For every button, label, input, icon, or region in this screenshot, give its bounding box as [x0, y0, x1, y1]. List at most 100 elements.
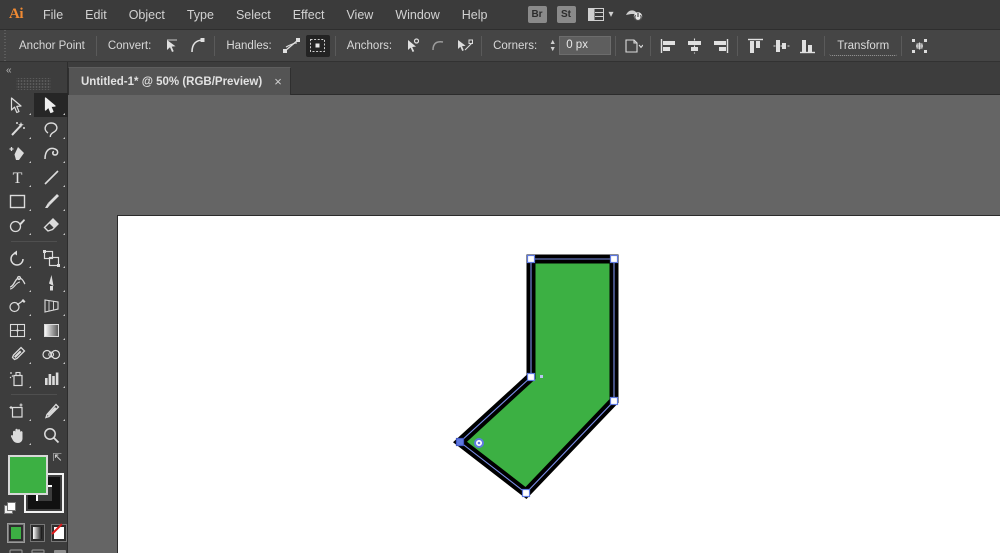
rectangle-tool[interactable] — [0, 189, 34, 213]
stepper-arrows[interactable]: ▲ ▼ — [546, 36, 559, 55]
menu-effect[interactable]: Effect — [282, 0, 336, 30]
anchor-point[interactable] — [526, 372, 536, 382]
menu-help[interactable]: Help — [451, 0, 499, 30]
control-bar: Anchor Point Convert: Handles: Anchors: … — [0, 29, 1000, 62]
hide-anchors-icon[interactable] — [426, 35, 450, 57]
corner-radius-input[interactable]: 0 px — [559, 36, 612, 55]
zoom-tool[interactable] — [34, 423, 68, 447]
default-fill-square — [7, 502, 16, 511]
curvature-tool[interactable] — [34, 141, 68, 165]
convert-to-corner-icon[interactable] — [159, 35, 183, 57]
eyedropper-tool[interactable] — [0, 342, 34, 366]
align-left-icon[interactable] — [656, 35, 680, 57]
artwork-layer — [453, 254, 619, 500]
full-screen-menubar-mode-button[interactable] — [30, 548, 45, 553]
fill-swatch[interactable] — [8, 455, 48, 495]
hand-tool[interactable] — [0, 423, 34, 447]
scale-tool[interactable] — [34, 246, 68, 270]
document-tab[interactable]: Untitled-1* @ 50% (RGB/Preview) × — [68, 67, 291, 95]
eraser-tool[interactable] — [34, 213, 68, 237]
gradient-mode-button[interactable] — [29, 524, 46, 542]
convert-to-smooth-icon[interactable] — [185, 35, 209, 57]
align-top-icon[interactable] — [743, 35, 767, 57]
control-bar-grip[interactable] — [0, 29, 9, 62]
canvas-area[interactable] — [68, 95, 1000, 553]
anchor-point[interactable] — [521, 488, 531, 498]
stepper-down-icon[interactable]: ▼ — [549, 46, 556, 53]
close-icon[interactable]: × — [274, 75, 282, 88]
cloud-sync-icon[interactable] — [624, 5, 646, 25]
show-anchors-icon[interactable] — [400, 35, 424, 57]
pen-tool[interactable] — [0, 141, 34, 165]
anchor-point[interactable] — [609, 396, 619, 406]
normal-screen-mode-button[interactable] — [8, 548, 23, 553]
paint-mode-buttons — [0, 519, 68, 543]
chevron-down-icon[interactable]: ▾ — [609, 9, 614, 20]
tools-panel-grip[interactable] — [16, 78, 51, 90]
menu-type[interactable]: Type — [176, 0, 225, 30]
none-mode-button[interactable] — [51, 524, 68, 542]
gradient-tool[interactable] — [34, 318, 68, 342]
align-vertical-center-icon[interactable] — [769, 35, 793, 57]
corner-radius-stepper[interactable]: ▲ ▼ 0 px — [546, 36, 612, 55]
collapse-panel-icon[interactable]: « — [0, 62, 67, 78]
tool-flyout-indicator — [63, 386, 65, 388]
tool-flyout-indicator — [63, 314, 65, 316]
shaper-tool[interactable] — [0, 213, 34, 237]
anchor-point-selected[interactable] — [455, 437, 465, 447]
bridge-button[interactable]: Br — [527, 6, 547, 23]
color-mode-button[interactable] — [7, 523, 25, 543]
mesh-tool[interactable] — [0, 318, 34, 342]
tool-flyout-indicator — [63, 419, 65, 421]
hide-handles-icon[interactable] — [305, 34, 330, 57]
artboard-tool[interactable] — [0, 399, 34, 423]
line-segment-tool[interactable] — [34, 165, 68, 189]
free-transform-tool[interactable] — [34, 270, 68, 294]
direct-selection-tool[interactable] — [34, 93, 68, 117]
menu-bar: Ai File Edit Object Type Select Effect V… — [0, 0, 1000, 30]
anchor-point[interactable] — [526, 254, 536, 264]
divider — [824, 35, 826, 56]
show-handles-icon[interactable] — [280, 35, 304, 57]
width-tool[interactable] — [0, 270, 34, 294]
align-horizontal-center-icon[interactable] — [682, 35, 706, 57]
menu-file[interactable]: File — [32, 0, 74, 30]
rotate-tool[interactable] — [0, 246, 34, 270]
paintbrush-tool[interactable] — [34, 189, 68, 213]
align-right-icon[interactable] — [708, 35, 732, 57]
edit-anchors-icon[interactable] — [907, 35, 931, 57]
tool-flyout-indicator — [63, 185, 65, 187]
transform-button[interactable]: Transform — [829, 36, 898, 56]
column-graph-tool[interactable] — [34, 366, 68, 390]
divider — [334, 35, 336, 56]
illustrator-window: Ai File Edit Object Type Select Effect V… — [0, 0, 1000, 553]
anchor-point[interactable] — [609, 254, 619, 264]
menu-edit[interactable]: Edit — [74, 0, 118, 30]
symbol-sprayer-tool[interactable] — [0, 366, 34, 390]
menu-select[interactable]: Select — [225, 0, 282, 30]
full-screen-mode-button[interactable] — [52, 548, 67, 553]
none-mode-swatch — [54, 527, 65, 539]
shape-builder-tool[interactable] — [0, 294, 34, 318]
slice-tool[interactable] — [34, 399, 68, 423]
blend-tool[interactable] — [34, 342, 68, 366]
anchor-snap-icon[interactable] — [452, 35, 476, 57]
bent-arrow-polygon[interactable] — [453, 254, 619, 500]
stepper-up-icon[interactable]: ▲ — [549, 39, 556, 46]
menu-window[interactable]: Window — [384, 0, 450, 30]
default-fill-stroke-icon[interactable] — [4, 502, 17, 515]
arrange-documents-icon[interactable] — [585, 5, 607, 25]
perspective-grid-tool[interactable] — [34, 294, 68, 318]
align-bottom-icon[interactable] — [795, 35, 819, 57]
tool-flyout-indicator — [29, 443, 31, 445]
swap-fill-stroke-icon[interactable]: ⇱ — [53, 453, 62, 464]
lasso-tool[interactable] — [34, 117, 68, 141]
magic-wand-tool[interactable] — [0, 117, 34, 141]
stock-button[interactable]: St — [556, 6, 576, 23]
menu-object[interactable]: Object — [118, 0, 176, 30]
tool-flyout-indicator — [29, 338, 31, 340]
selection-tool[interactable] — [0, 93, 34, 117]
type-tool[interactable]: T — [0, 165, 34, 189]
isolate-selected-object-icon[interactable] — [621, 35, 645, 57]
menu-view[interactable]: View — [335, 0, 384, 30]
